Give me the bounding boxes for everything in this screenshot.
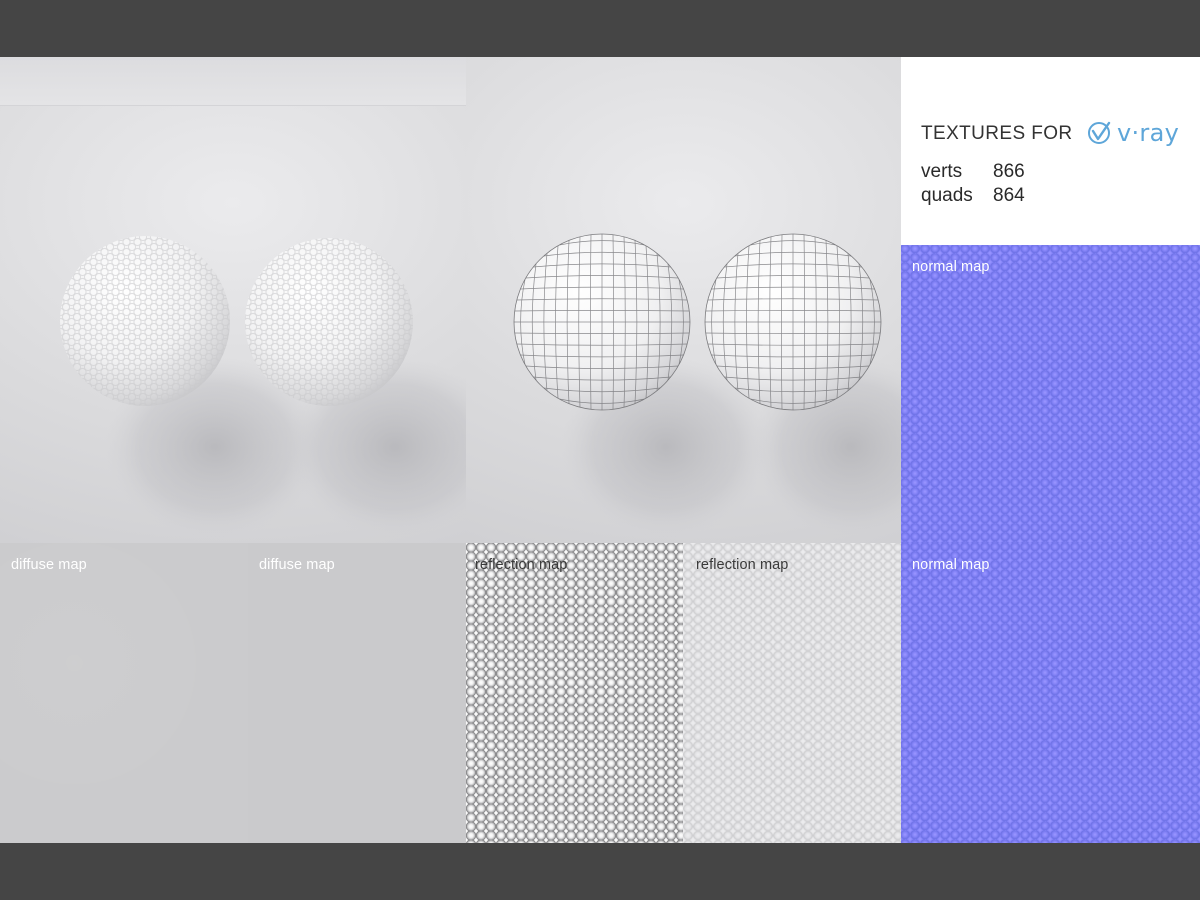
diffuse-map-tile-a: diffuse map: [0, 543, 248, 843]
render-golf-balls: [0, 57, 466, 543]
stat-label: verts: [921, 161, 963, 182]
diffuse-map-tile-b: diffuse map: [248, 543, 466, 843]
map-label: diffuse map: [259, 557, 335, 573]
map-label: diffuse map: [11, 557, 87, 573]
normal-map-tile-top: normal map: [901, 245, 1200, 543]
map-label: normal map: [912, 557, 990, 573]
bottom-frame-bar: [0, 843, 1200, 900]
top-frame-bar: [0, 0, 1200, 57]
stat-quads: quads 864: [921, 185, 1025, 207]
stat-value: 866: [993, 161, 1025, 182]
stat-value: 864: [993, 185, 1025, 206]
golf-balls-illustration: [60, 236, 466, 537]
vray-brand-text: v·ray: [1117, 119, 1180, 147]
stat-verts: verts 866: [921, 161, 1025, 183]
reflection-map-tile-a: reflection map: [466, 543, 683, 843]
textures-title: TEXTURES FOR: [921, 123, 1073, 144]
map-label: reflection map: [696, 557, 789, 573]
vray-logo: v·ray: [1087, 119, 1179, 147]
reflection-map-tile-b: reflection map: [683, 543, 901, 843]
wireframe-balls-illustration: [513, 233, 901, 537]
normal-map-tile-bottom: normal map: [901, 543, 1200, 843]
info-box: TEXTURES FOR v·ray verts 866 quads 864: [901, 57, 1200, 245]
map-label: reflection map: [475, 557, 568, 573]
render-wireframe-balls: [466, 57, 901, 543]
stat-label: quads: [921, 185, 973, 206]
vray-check-icon: [1088, 121, 1111, 144]
map-label: normal map: [912, 259, 990, 275]
